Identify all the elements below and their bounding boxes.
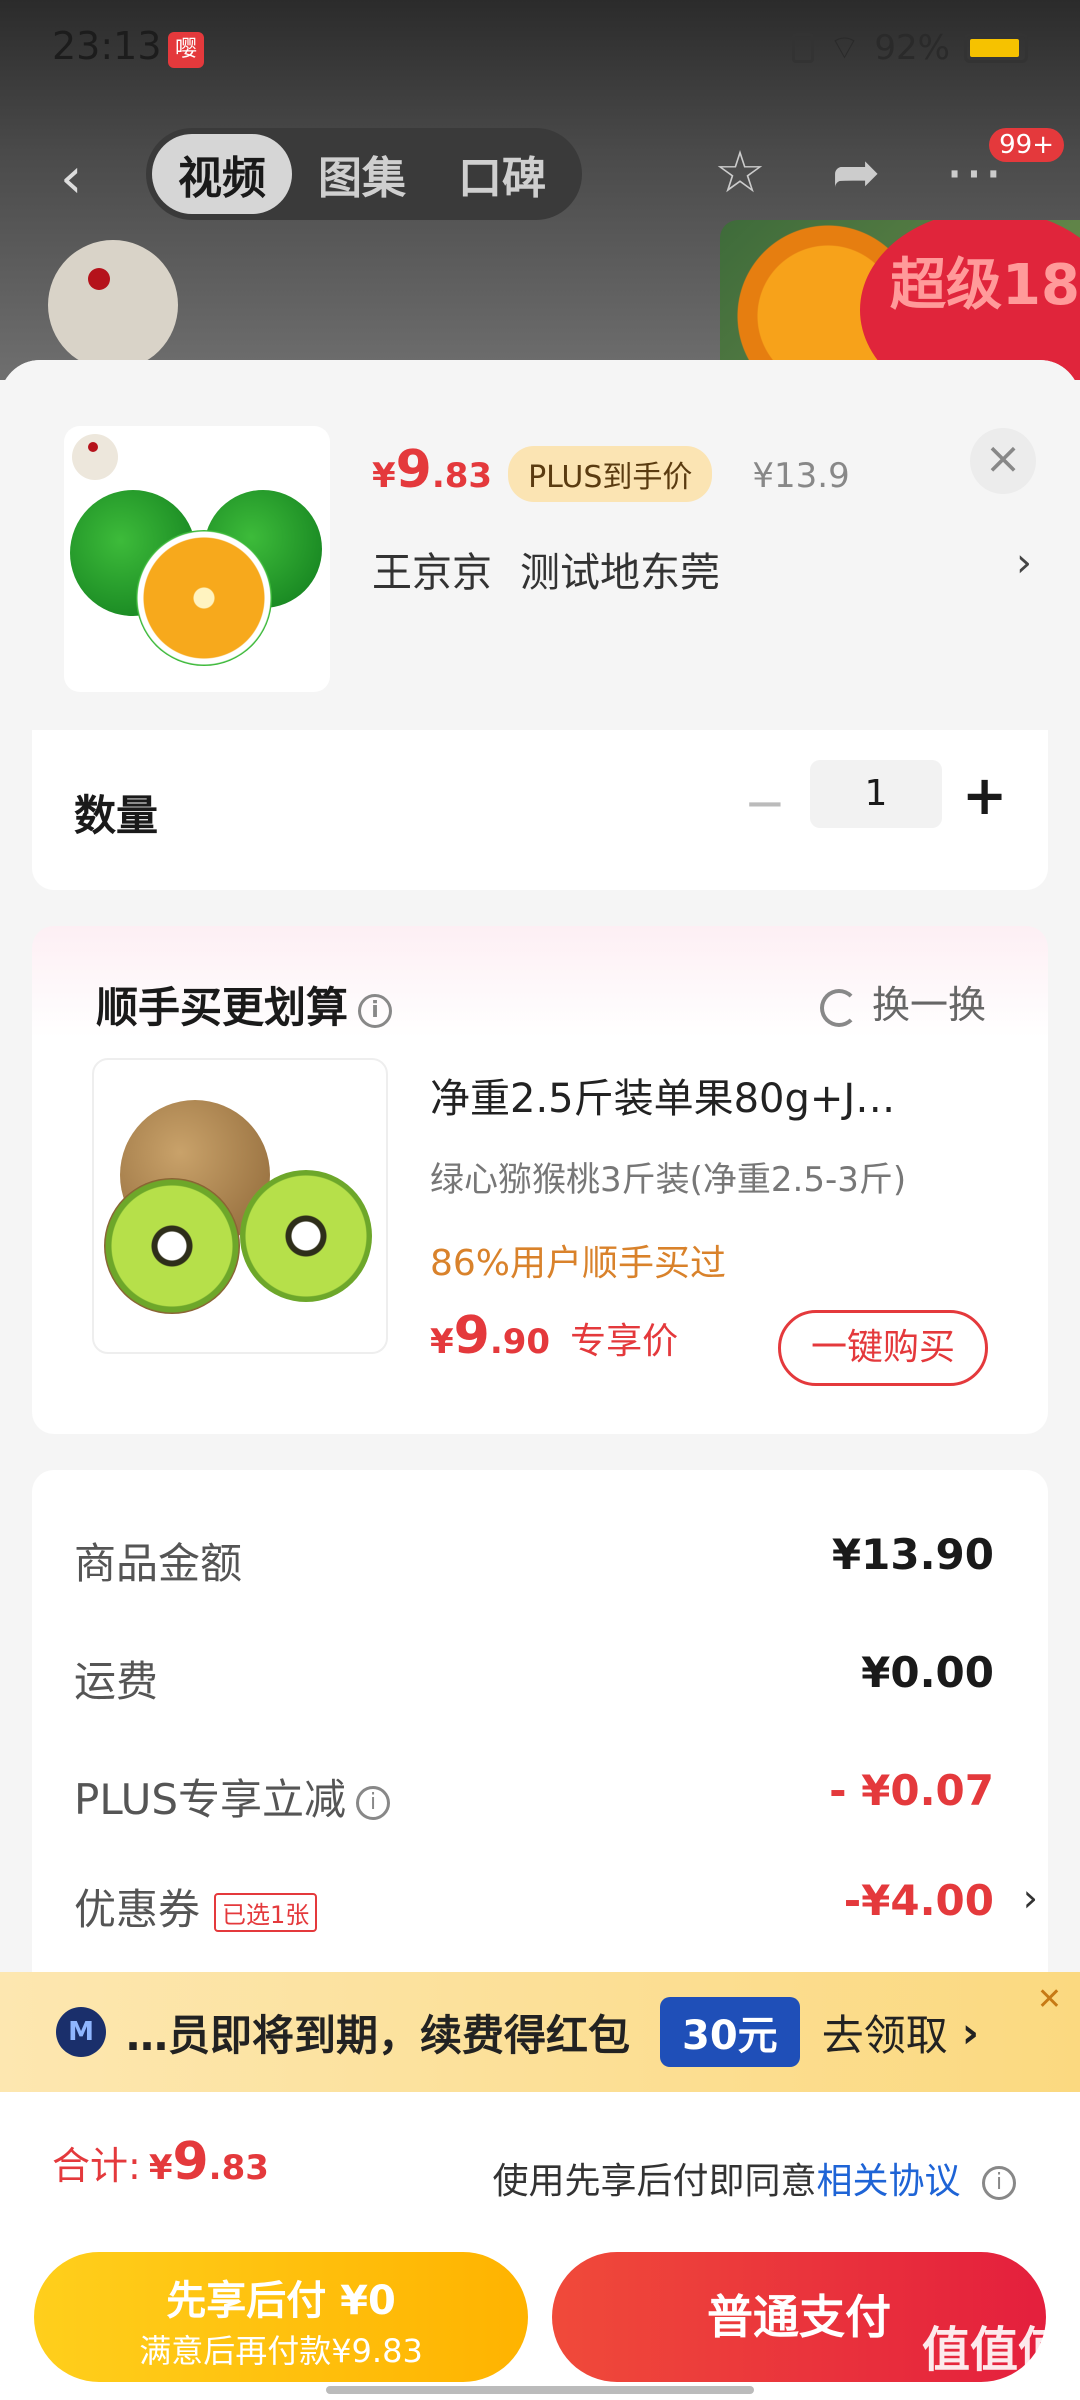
- quantity-decrement-button[interactable]: −: [744, 774, 786, 832]
- subtotal-value: ¥13.90: [831, 1530, 994, 1579]
- logo-sun: [88, 268, 110, 290]
- addon-product-spec: 绿心猕猴桃3斤装(净重2.5-3斤): [430, 1160, 907, 1200]
- pay-later-subtitle: 满意后再付款¥9.83: [139, 2332, 423, 2370]
- addon-product-image[interactable]: [92, 1058, 388, 1354]
- membership-renew-banner[interactable]: M …员即将到期，续费得红包 30元 去领取 › ✕: [0, 1972, 1080, 2092]
- sim-icon: [792, 32, 815, 63]
- info-icon[interactable]: i: [356, 1785, 391, 1820]
- recipient-name: 王京京: [372, 550, 492, 596]
- top-nav: ‹ 视频 图集 口碑 ☆ ➦ ⋯ 99+: [0, 128, 1080, 224]
- addon-card: 顺手买更划算 i 换一换 净重2.5斤装单果80g+J… 绿心猕猴桃3斤装(净重2…: [32, 926, 1048, 1434]
- notification-app-icon: 嘤: [168, 32, 204, 68]
- membership-icon: M: [56, 2007, 106, 2057]
- banner-promo-text: 超级18: [860, 220, 1080, 380]
- checkout-bar: 合计: ¥9.83 使用先享后付即同意相关协议 i 先享后付 ¥0 满意后再付款…: [0, 2092, 1080, 2400]
- one-click-buy-button[interactable]: 一键购买: [778, 1310, 988, 1386]
- watermark: 值值值 zhizhizhi.com: [921, 2322, 1066, 2400]
- thumbnail-logo: [72, 434, 118, 480]
- agreement-link[interactable]: 相关协议: [817, 2161, 961, 2202]
- close-icon[interactable]: ×: [970, 428, 1036, 494]
- product-banner-image: 超级18: [720, 220, 1080, 380]
- addon-product-name[interactable]: 净重2.5斤装单果80g+J…: [430, 1066, 990, 1124]
- addon-price: ¥9.90 专享价: [430, 1306, 679, 1366]
- tab-reviews[interactable]: 口碑: [432, 134, 572, 214]
- pay-later-button[interactable]: 先享后付 ¥0 满意后再付款¥9.83: [34, 2252, 528, 2382]
- shipping-value: ¥0.00: [861, 1648, 994, 1697]
- product-thumbnail: [64, 426, 330, 692]
- status-bar: 23:13 嘤 ⌔ 92%: [0, 0, 1080, 100]
- summary-row-coupon[interactable]: 优惠券 已选1张 -¥4.00 ›: [74, 1876, 1038, 1937]
- media-tabs: 视频 图集 口碑: [146, 128, 582, 220]
- status-right: ⌔ 92%: [792, 26, 1028, 69]
- plus-discount-value: - ¥0.07: [829, 1766, 994, 1815]
- coupon-value: -¥4.00: [843, 1876, 994, 1925]
- quantity-increment-button[interactable]: +: [962, 764, 1007, 827]
- tab-video[interactable]: 视频: [152, 134, 292, 214]
- shop-logo: [48, 240, 178, 370]
- kiwi-cut-right: [240, 1170, 372, 1302]
- tab-gallery[interactable]: 图集: [292, 134, 432, 214]
- battery-percent: 92%: [874, 27, 950, 68]
- coupon-selected-tag: 已选1张: [214, 1893, 318, 1932]
- favorite-star-icon[interactable]: ☆: [700, 138, 780, 218]
- share-icon[interactable]: ➦: [816, 138, 896, 218]
- message-count-badge: 99+: [989, 128, 1064, 162]
- info-icon[interactable]: i: [982, 2166, 1016, 2200]
- plus-price-badge: PLUS到手价: [508, 446, 713, 502]
- addon-price-tag: 专享价: [570, 1321, 679, 1362]
- citrus-half: [136, 530, 272, 666]
- kiwi-cut-left: [104, 1178, 240, 1314]
- refresh-icon: [819, 988, 858, 1027]
- swap-button[interactable]: 换一换: [819, 974, 986, 1029]
- purchase-sheet: ¥9.83 PLUS到手价 ¥13.9 × 王京京 测试地东莞 › 数量 − 1 …: [0, 360, 1080, 2060]
- quantity-input[interactable]: 1: [810, 760, 942, 828]
- summary-row-plus-discount: PLUS专享立减 i - ¥0.07: [74, 1766, 994, 1824]
- summary-row-subtotal: 商品金额 ¥13.90: [74, 1530, 994, 1588]
- promo-claim-link[interactable]: 去领取: [822, 2002, 948, 2063]
- info-icon[interactable]: i: [358, 993, 393, 1028]
- delivery-address[interactable]: 王京京 测试地东莞: [372, 540, 720, 598]
- total-label: 合计:: [52, 2144, 141, 2188]
- chevron-right-icon[interactable]: ›: [1016, 540, 1032, 586]
- pay-later-title: 先享后付 ¥0: [166, 2278, 396, 2324]
- back-icon[interactable]: ‹: [60, 146, 82, 211]
- promo-text: …员即将到期，续费得红包: [126, 2010, 631, 2060]
- agreement-text: 使用先享后付即同意相关协议 i: [493, 2152, 1016, 2204]
- chevron-right-icon[interactable]: ›: [1023, 1876, 1038, 1920]
- battery-icon: [964, 32, 1028, 63]
- addon-section-title: 顺手买更划算 i: [96, 974, 393, 1035]
- original-price: ¥13.9: [752, 456, 850, 496]
- addon-purchase-rate: 86%用户顺手买过: [430, 1243, 727, 1284]
- address-text: 测试地东莞: [520, 550, 720, 596]
- product-header: ¥9.83 PLUS到手价 ¥13.9 × 王京京 测试地东莞 ›: [0, 360, 1080, 730]
- plus-price: ¥9.83: [372, 440, 493, 500]
- quantity-label: 数量: [74, 791, 159, 840]
- promo-close-icon[interactable]: ✕: [1037, 1982, 1062, 2017]
- total-price: 合计: ¥9.83: [52, 2132, 269, 2192]
- chevron-right-icon: ›: [961, 2007, 980, 2057]
- summary-row-shipping: 运费 ¥0.00: [74, 1648, 994, 1706]
- price-row: ¥9.83 PLUS到手价 ¥13.9: [372, 440, 850, 502]
- promo-amount-badge: 30元: [660, 1997, 800, 2067]
- home-indicator[interactable]: [326, 2386, 754, 2394]
- wifi-icon: ⌔: [828, 28, 861, 68]
- quantity-card: 数量 − 1 +: [32, 730, 1048, 890]
- status-time: 23:13: [52, 24, 162, 68]
